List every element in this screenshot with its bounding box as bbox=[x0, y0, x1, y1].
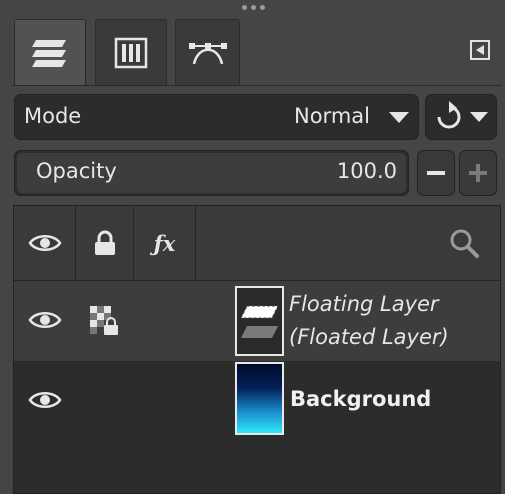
header-search[interactable] bbox=[196, 206, 500, 280]
eye-icon bbox=[27, 235, 62, 251]
tab-layers[interactable] bbox=[14, 19, 86, 86]
dock-grip[interactable] bbox=[242, 5, 272, 13]
chevron-down-icon[interactable] bbox=[389, 112, 409, 123]
floating-layer-icon bbox=[240, 305, 279, 338]
opacity-decrease-button[interactable] bbox=[417, 150, 455, 196]
plus-icon bbox=[469, 164, 487, 182]
alpha-lock-icon bbox=[90, 306, 118, 335]
search-icon bbox=[450, 229, 479, 258]
triangle-left-icon bbox=[476, 45, 484, 55]
mode-label: Mode bbox=[24, 104, 82, 128]
header-visibility[interactable] bbox=[14, 206, 76, 280]
layer-visibility-toggle[interactable] bbox=[28, 389, 62, 415]
lock-icon bbox=[94, 230, 115, 255]
layer-visibility-toggle[interactable] bbox=[28, 309, 62, 335]
panel-menu-button[interactable] bbox=[470, 40, 490, 60]
header-lock[interactable] bbox=[76, 206, 134, 280]
mode-reset-button[interactable] bbox=[425, 94, 497, 140]
layer-alpha-lock-toggle[interactable] bbox=[88, 304, 122, 342]
tab-channels[interactable] bbox=[95, 19, 167, 86]
opacity-value[interactable]: 100.0 bbox=[300, 159, 397, 183]
opacity-label: Opacity bbox=[36, 159, 117, 183]
fx-icon: ƒx bbox=[153, 230, 176, 256]
channels-icon bbox=[114, 37, 148, 69]
reset-icon bbox=[437, 101, 488, 129]
eye-icon bbox=[28, 392, 62, 408]
layers-stack-icon bbox=[32, 40, 66, 67]
layer-name[interactable]: Floating Layer (Floated Layer) bbox=[289, 288, 449, 354]
layer-thumbnail[interactable] bbox=[235, 286, 284, 356]
header-effects[interactable]: ƒx bbox=[134, 206, 196, 280]
layer-name[interactable]: Background bbox=[290, 387, 431, 411]
opacity-increase-button[interactable] bbox=[459, 150, 497, 196]
paths-icon bbox=[188, 43, 227, 65]
minus-icon bbox=[427, 171, 445, 175]
eye-icon bbox=[28, 312, 62, 328]
tab-strip-divider bbox=[12, 85, 502, 86]
layer-thumbnail[interactable] bbox=[235, 362, 284, 435]
tab-paths[interactable] bbox=[175, 19, 240, 86]
mode-value[interactable]: Normal bbox=[294, 104, 370, 128]
